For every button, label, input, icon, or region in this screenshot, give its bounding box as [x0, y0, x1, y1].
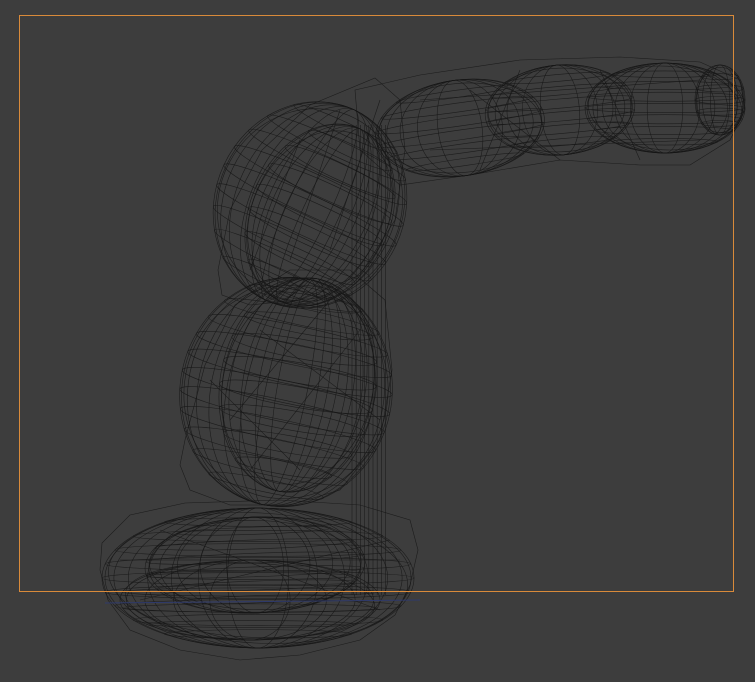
elbow-inner-ring: [284, 145, 396, 199]
elbow-meridian: [229, 104, 391, 306]
mesh-edge: [249, 329, 361, 471]
elbow-inner-ring: [244, 231, 356, 285]
mesh-edge: [329, 99, 381, 251]
upper-arm-b-meridian: [506, 64, 614, 156]
base-lower-ring: [122, 603, 378, 613]
mesh-edge: [469, 89, 561, 161]
upper-arm-a-ring: [380, 95, 534, 120]
elbow-inner-meridian: [246, 123, 394, 307]
elbow-inner-ring: [256, 183, 384, 247]
upper-arm-b-ring: [504, 71, 610, 84]
hand-ring: [611, 70, 719, 78]
mesh-edge: [259, 329, 381, 421]
base-inner-ring: [156, 579, 356, 592]
3d-viewport[interactable]: [0, 0, 755, 682]
upper-arm-hull: [354, 56, 746, 186]
upper-arm-a-outline: [375, 78, 545, 178]
upper-arm-b-meridian: [539, 64, 581, 156]
upper-arm-b-outline-2: [487, 67, 633, 153]
elbow-outline: [212, 101, 408, 309]
base-inner-outline-2: [149, 520, 361, 610]
elbow-meridian: [220, 102, 400, 308]
hand-ring: [587, 114, 743, 125]
base-ring: [104, 584, 412, 600]
wireframe-scene[interactable]: [0, 0, 755, 682]
upper-arm-a-meridian: [417, 79, 503, 177]
base-ring: [132, 614, 384, 626]
hand-meridian: [629, 62, 701, 154]
upper-arm-a-meridian: [378, 78, 542, 178]
hand-ring: [611, 138, 719, 146]
elbow-meridian: [240, 106, 380, 304]
upper-arm-a-ring: [375, 108, 543, 135]
base-lower-outline-2: [125, 561, 375, 639]
base-lower-ring: [145, 620, 355, 628]
lower-arm-outline: [179, 277, 393, 507]
hand-meridian: [646, 62, 684, 154]
elbow-inner-meridian: [268, 127, 372, 303]
wireframe-mesh[interactable]: [99, 56, 746, 661]
